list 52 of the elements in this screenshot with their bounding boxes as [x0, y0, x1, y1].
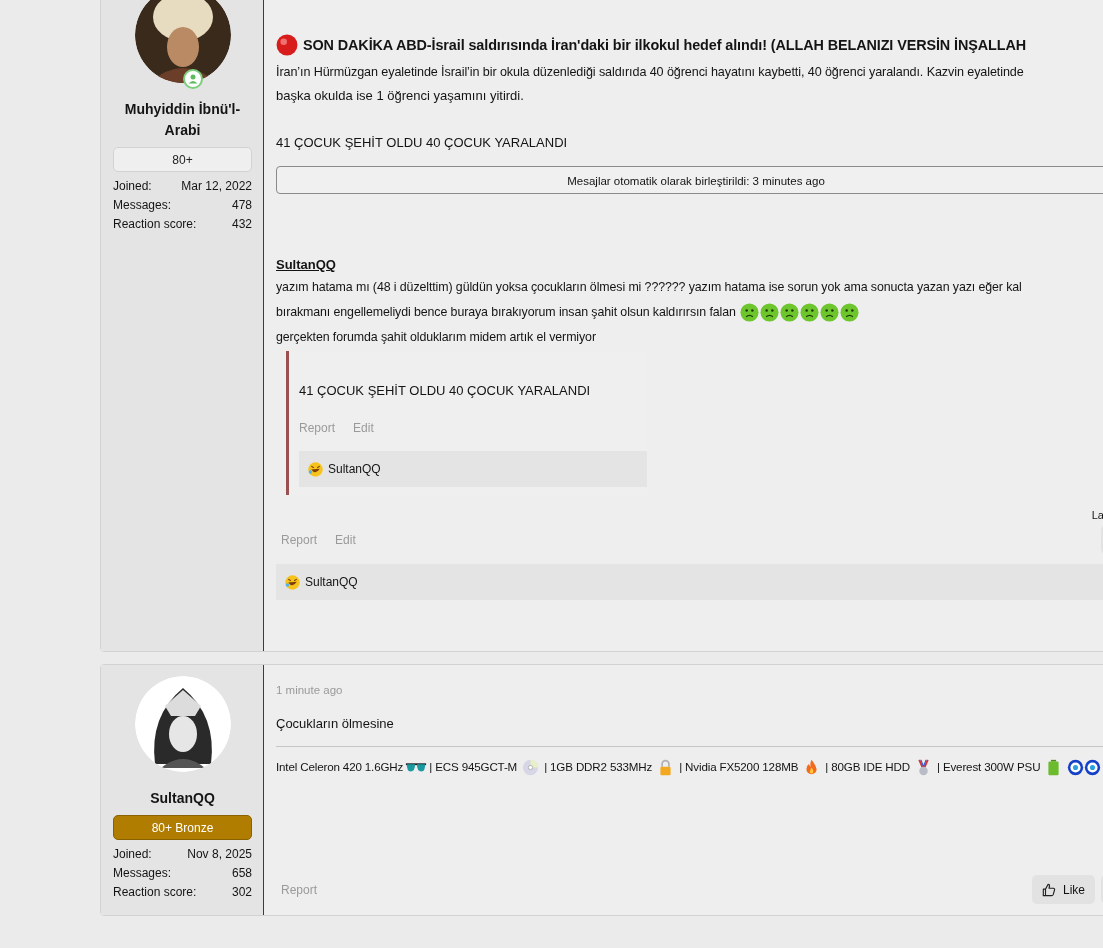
eye-charm-icon — [1067, 758, 1102, 776]
sunglasses-icon — [405, 760, 428, 774]
laughing-face-icon — [307, 460, 324, 478]
reactions-bar[interactable]: SultanQQ — [299, 451, 647, 487]
post-text: yazım hatama mı (48 i düzelttim) güldün yoksa çocukların ölmesi mi ?????? yazım hatama ise sorun yok ama sonucta yazan yazı eğer kal — [276, 279, 1023, 296]
signature-text: Intel Celeron 420 1.6GHz — [276, 759, 404, 775]
stat-label: Joined: — [113, 846, 152, 863]
stat-label: Joined: — [113, 178, 152, 195]
stat-value: Mar 12, 2022 — [181, 178, 252, 195]
stat-value: Nov 8, 2025 — [187, 846, 252, 863]
post-text: Çocukların ölmesine — [276, 714, 1103, 747]
sad-face-icon — [759, 303, 779, 322]
signature-text: | Nvidia FX5200 128MB — [679, 759, 799, 775]
stat-value: 658 — [231, 865, 252, 882]
stat-value: 478 — [231, 197, 252, 214]
reaction-users[interactable]: SultanQQ — [305, 575, 358, 589]
alert-dot-icon — [276, 34, 298, 56]
stat-value: 432 — [231, 216, 252, 233]
laughing-face-icon — [284, 573, 301, 591]
post-text: bırakmanı engellemeliydi bence buraya bırakıyorum insan şahit olsun kaldırırsın falan — [276, 304, 736, 321]
stat-label: Messages: — [113, 865, 172, 882]
signature-text: | ECS 945GCT-M — [429, 759, 518, 775]
sad-face-icon — [779, 303, 799, 322]
username[interactable]: SultanQQ — [113, 788, 252, 809]
signature-text: | 1GB DDR2 533MHz — [544, 759, 653, 775]
post-paragraph: İran’ın Hürmüzgan eyaletinde İsrail’in bir okula düzenlediği saldırıda 40 öğrenci hayatını kaybetti, 40 öğrenci yaralandı. Kazvin eyaletinde başka okulda ise 1 öğrenci yaşamını yitirdi. — [276, 64, 1025, 105]
quote-text: 41 ÇOCUK ŞEHİT OLDU 40 ÇOCUK YARALANDI — [299, 382, 592, 400]
post-title: SON DAKİKA ABD-İsrail saldırısında İran'daki bir ilkokul hedef alındı! (ALLAH BELANIZI VERSİN İNŞALLAH — [303, 37, 1026, 53]
sad-face-icon — [819, 303, 839, 322]
sad-face-icon — [799, 303, 819, 322]
stat-label: Messages: — [113, 197, 172, 214]
disc-icon — [522, 758, 540, 776]
like-button[interactable]: Like — [1032, 875, 1095, 904]
username-link[interactable]: SultanQQ — [276, 255, 336, 275]
avatar[interactable] — [134, 676, 231, 772]
stat-label: Reaction score: — [113, 216, 197, 233]
post-text: 41 ÇOCUK ŞEHİT OLDU 40 ÇOCUK YARALANDI — [276, 134, 569, 152]
reaction-users[interactable]: SultanQQ — [328, 462, 381, 476]
sad-face-icon — [839, 303, 859, 322]
reactions-bar[interactable]: SultanQQ — [276, 564, 1103, 600]
stat-value: 302 — [231, 884, 252, 901]
post-text: gerçekten forumda şahit olduklarım midem artık el vermiyor — [276, 329, 597, 346]
signature-text: | 80GB IDE HDD — [825, 759, 910, 775]
username[interactable]: Muhyiddin İbnü'l-Arabi — [113, 99, 252, 141]
signature-text: | Everest 300W PSU — [936, 759, 1041, 775]
merge-notice: Mesajlar otomatik olarak birleştirildi: 3 minutes ago — [276, 166, 1103, 194]
thumbs-up-icon — [1042, 882, 1056, 897]
stat-label: Reaction score: — [113, 884, 197, 901]
user-banner: 80+ Bronze — [113, 815, 252, 840]
user-banner: 80+ — [113, 147, 252, 172]
avatar[interactable] — [134, 0, 231, 83]
sad-face-icon — [739, 303, 759, 322]
